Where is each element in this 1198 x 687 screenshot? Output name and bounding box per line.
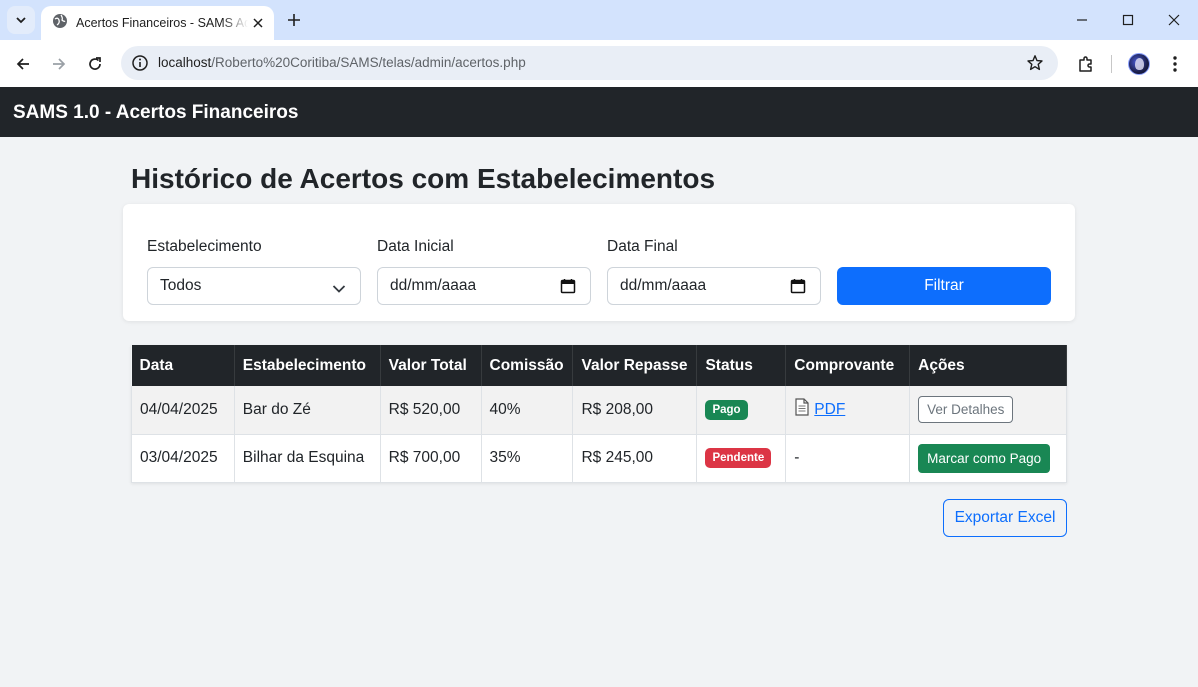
pdf-link[interactable]: PDF — [794, 398, 845, 421]
close-icon[interactable] — [250, 15, 266, 31]
toolbar-separator — [1111, 55, 1112, 73]
marcar-como-pago-button[interactable]: Marcar como Pago — [918, 443, 1051, 473]
data-inicial-placeholder: dd/mm/aaaa — [390, 277, 477, 294]
table-row: 03/04/2025 Bilhar da Esquina R$ 700,00 3… — [131, 434, 1067, 483]
cell-acoes: Ver Detalhes — [909, 386, 1067, 435]
cell-estabelecimento: Bar do Zé — [234, 386, 381, 435]
cell-acoes: Marcar como Pago — [909, 434, 1067, 483]
status-badge: Pendente — [705, 448, 772, 468]
cell-valor-repasse: R$ 208,00 — [572, 386, 698, 435]
window-close-icon[interactable] — [1151, 4, 1197, 36]
browser-tabstrip: Acertos Financeiros - SAMS Admin — [0, 0, 1198, 40]
cell-valor-total: R$ 700,00 — [380, 434, 482, 483]
star-icon[interactable] — [1026, 54, 1044, 72]
status-badge: Pago — [705, 399, 748, 420]
filtrar-button[interactable]: Filtrar — [837, 267, 1051, 305]
address-bar[interactable]: localhost/Roberto%20Coritiba/SAMS/telas/… — [121, 46, 1058, 80]
avatar[interactable] — [1128, 53, 1150, 75]
col-header-acoes: Ações — [909, 345, 1067, 386]
browser-tab[interactable]: Acertos Financeiros - SAMS Admin — [41, 6, 274, 40]
menu-icon[interactable] — [1163, 52, 1187, 76]
table-header-row: Data Estabelecimento Valor Total Comissã… — [131, 345, 1067, 386]
estabelecimento-value: Todos — [160, 277, 202, 294]
cell-comprovante: - — [785, 434, 911, 483]
col-header-data: Data — [131, 345, 235, 386]
col-header-valor-total: Valor Total — [380, 345, 482, 386]
tab-title: Acertos Financeiros - SAMS Admin — [76, 16, 248, 30]
filter-card: Estabelecimento Todos Data Inicial dd/mm… — [123, 204, 1075, 321]
col-header-comissao: Comissão — [481, 345, 574, 386]
cell-comissao: 40% — [481, 386, 574, 435]
app-navbar: SAMS 1.0 - Acertos Financeiros — [0, 87, 1198, 137]
page-title: Histórico de Acertos com Estabelecimento… — [131, 163, 716, 194]
url-text: localhost/Roberto%20Coritiba/SAMS/telas/… — [158, 55, 526, 70]
ver-detalhes-button[interactable]: Ver Detalhes — [918, 396, 1014, 424]
cell-data: 04/04/2025 — [131, 386, 235, 435]
extensions-icon[interactable] — [1074, 52, 1098, 76]
data-final-placeholder: dd/mm/aaaa — [620, 277, 707, 294]
exportar-excel-button[interactable]: Exportar Excel — [943, 499, 1067, 537]
forward-icon[interactable] — [45, 50, 73, 78]
plus-icon[interactable] — [283, 9, 305, 31]
cell-status: Pago — [696, 386, 787, 435]
col-header-comprovante: Comprovante — [785, 345, 911, 386]
cell-data: 03/04/2025 — [131, 434, 235, 483]
calendar-icon[interactable] — [560, 278, 576, 294]
col-header-valor-repasse: Valor Repasse — [572, 345, 698, 386]
table-row: 04/04/2025 Bar do Zé R$ 520,00 40% R$ 20… — [131, 386, 1067, 435]
brand-title[interactable]: SAMS 1.0 - Acertos Financeiros — [13, 102, 298, 124]
calendar-icon[interactable] — [790, 278, 806, 294]
data-inicial-label: Data Inicial — [377, 238, 454, 255]
acertos-table: Data Estabelecimento Valor Total Comissã… — [131, 345, 1067, 483]
cell-comprovante: PDF — [785, 386, 911, 435]
reload-icon[interactable] — [81, 50, 109, 78]
chevron-down-icon — [332, 281, 346, 293]
cell-status: Pendente — [696, 434, 787, 483]
tab-list-icon[interactable] — [7, 6, 35, 34]
document-icon — [794, 398, 810, 421]
pdf-link-label: PDF — [814, 400, 846, 418]
globe-icon — [52, 13, 68, 34]
col-header-estabelecimento: Estabelecimento — [234, 345, 381, 386]
cell-comissao: 35% — [481, 434, 574, 483]
info-icon[interactable] — [131, 54, 149, 72]
cell-valor-total: R$ 520,00 — [380, 386, 482, 435]
cell-estabelecimento: Bilhar da Esquina — [234, 434, 381, 483]
estabelecimento-select[interactable]: Todos — [147, 267, 361, 305]
data-final-input[interactable]: dd/mm/aaaa — [607, 267, 821, 305]
browser-toolbar: localhost/Roberto%20Coritiba/SAMS/telas/… — [0, 40, 1198, 87]
data-final-label: Data Final — [607, 238, 678, 255]
back-icon[interactable] — [9, 50, 37, 78]
data-inicial-input[interactable]: dd/mm/aaaa — [377, 267, 591, 305]
col-header-status: Status — [696, 345, 787, 386]
estabelecimento-label: Estabelecimento — [147, 238, 262, 255]
maximize-icon[interactable] — [1105, 4, 1151, 36]
minimize-icon[interactable] — [1059, 4, 1105, 36]
cell-valor-repasse: R$ 245,00 — [572, 434, 698, 483]
